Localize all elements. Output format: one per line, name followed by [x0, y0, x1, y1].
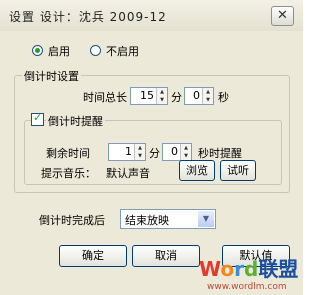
spin-down-icon[interactable]: ▼: [203, 96, 213, 104]
total-minutes-spinner[interactable]: 15 ▲ ▼: [130, 87, 168, 105]
chevron-down-icon[interactable]: ▼: [198, 211, 214, 227]
spin-down-icon[interactable]: ▼: [157, 96, 167, 104]
cancel-button[interactable]: 取消: [132, 245, 200, 267]
close-button[interactable]: ✕: [271, 6, 294, 26]
disable-radio[interactable]: [90, 45, 101, 56]
settings-dialog: 设置 设计：沈兵 2009-12 ✕ 启用 不启用 倒计时设置 时间总长 15 …: [0, 0, 303, 295]
reminder-minutes-unit: 分: [149, 147, 160, 160]
checkmark-icon: ✓: [33, 111, 43, 124]
preview-button[interactable]: 试听: [220, 160, 256, 181]
remaining-time-label: 剩余时间: [46, 147, 90, 160]
enable-radio[interactable]: [32, 45, 43, 56]
music-value: 默认声音: [106, 167, 150, 180]
seconds-unit-label: 秒: [218, 91, 229, 104]
window-title: 设置 设计：沈兵 2009-12: [9, 10, 167, 24]
ok-button[interactable]: 确定: [59, 245, 127, 267]
enable-radio-label[interactable]: 启用: [48, 43, 70, 59]
radio-selected-dot: [35, 48, 40, 53]
after-finish-select[interactable]: 结束放映 ▼: [120, 209, 216, 229]
reminder-checkbox[interactable]: ✓: [31, 111, 44, 126]
browse-button[interactable]: 浏览: [179, 160, 215, 181]
reminder-minutes-spinner[interactable]: 1 ▲ ▼: [108, 143, 146, 161]
spin-up-icon[interactable]: ▲: [135, 144, 145, 152]
reminder-seconds-value[interactable]: 0: [163, 145, 180, 158]
total-seconds-value[interactable]: 0: [185, 89, 202, 102]
reminder-checkbox-label[interactable]: 倒计时提醒: [46, 113, 105, 129]
minutes-unit-label: 分: [171, 91, 182, 104]
spin-up-icon[interactable]: ▲: [157, 88, 167, 96]
spin-up-icon[interactable]: ▲: [181, 144, 191, 152]
reminder-minutes-value[interactable]: 1: [109, 145, 134, 158]
close-icon: ✕: [277, 8, 288, 23]
total-time-label: 时间总长: [83, 91, 127, 104]
music-label: 提示音乐：: [41, 167, 96, 180]
countdown-settings-label: 倒计时设置: [22, 68, 81, 84]
total-minutes-value[interactable]: 15: [131, 89, 156, 102]
total-seconds-spinner[interactable]: 0 ▲ ▼: [184, 87, 214, 105]
watermark-logo: Word联盟: [199, 257, 299, 281]
watermark-url: www.wordlm.com: [207, 282, 287, 292]
spin-up-icon[interactable]: ▲: [203, 88, 213, 96]
title-bar[interactable]: 设置 设计：沈兵 2009-12 ✕: [0, 0, 303, 31]
after-finish-selected[interactable]: 结束放映: [125, 212, 169, 228]
disable-radio-label[interactable]: 不启用: [106, 43, 139, 59]
after-finish-label: 倒计时完成后: [39, 214, 105, 227]
spin-down-icon[interactable]: ▼: [181, 152, 191, 160]
reminder-seconds-suffix: 秒时提醒: [198, 147, 242, 160]
spin-down-icon[interactable]: ▼: [135, 152, 145, 160]
reminder-seconds-spinner[interactable]: 0 ▲ ▼: [162, 143, 192, 161]
